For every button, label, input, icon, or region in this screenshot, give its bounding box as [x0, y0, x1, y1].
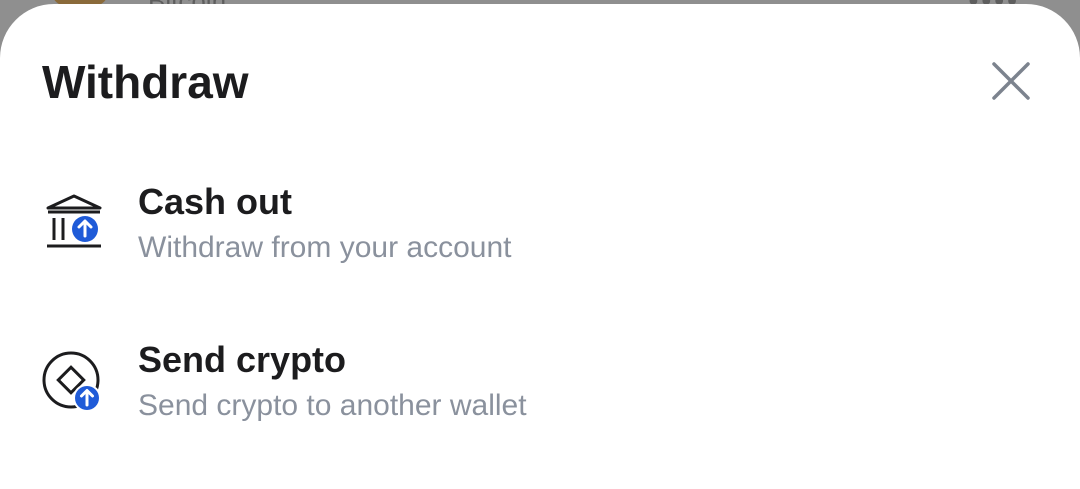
cash-out-label: Cash out — [138, 181, 293, 222]
cash-out-description: Withdraw from your account — [138, 231, 512, 264]
crypto-send-icon — [42, 351, 101, 412]
withdraw-bottom-sheet: Withdraw Cash out Withdraw from your acc… — [0, 4, 1080, 489]
cash-out-option[interactable]: Cash out Withdraw from your account — [0, 164, 1080, 284]
sheet-title: Withdraw — [42, 56, 249, 108]
send-crypto-description: Send crypto to another wallet — [138, 389, 527, 422]
close-icon — [992, 62, 1030, 100]
send-crypto-label: Send crypto — [138, 339, 347, 380]
close-button[interactable] — [982, 52, 1040, 110]
bank-upload-icon — [46, 194, 102, 248]
send-crypto-option[interactable]: Send crypto Send crypto to another walle… — [0, 322, 1080, 442]
